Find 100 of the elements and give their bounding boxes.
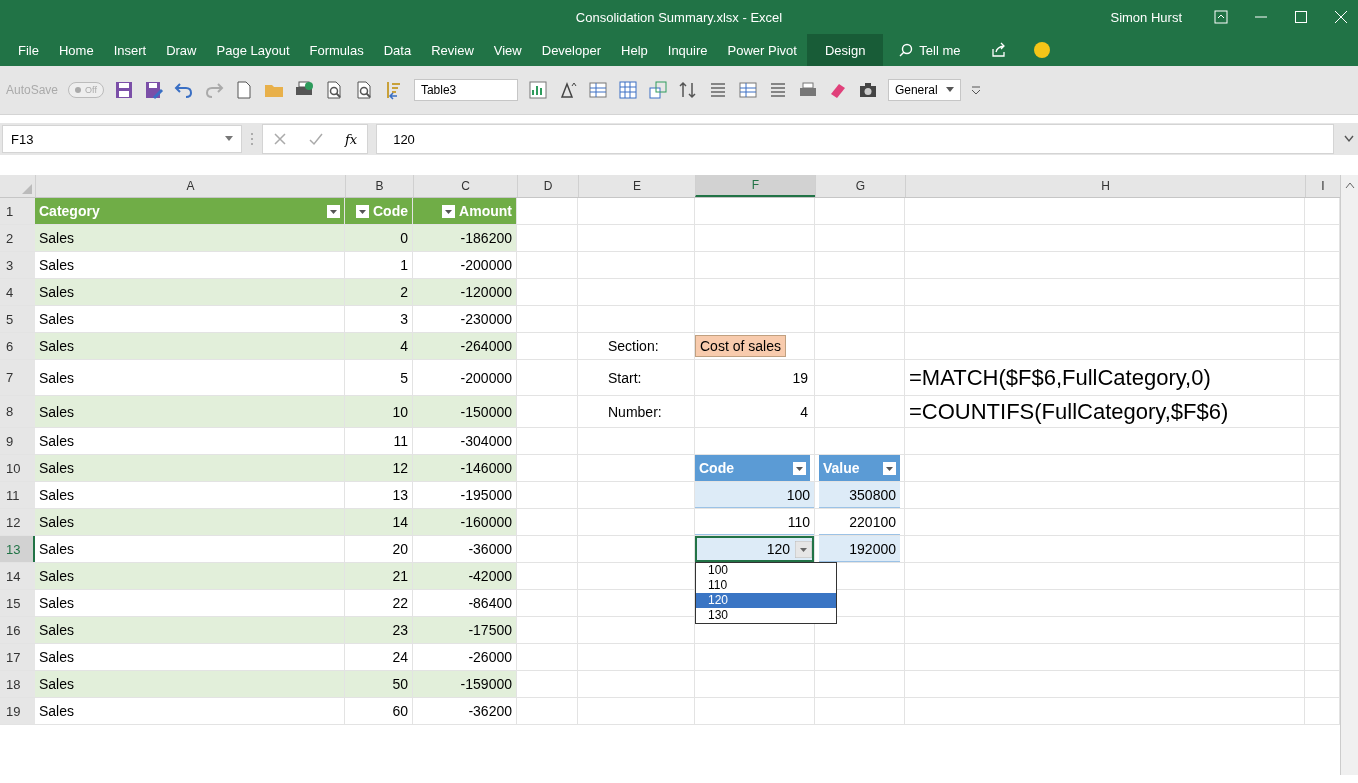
table-icon[interactable]: [587, 80, 608, 100]
chart-icon[interactable]: [527, 80, 548, 100]
row-header[interactable]: 18: [0, 671, 35, 697]
ribbon-tab[interactable]: Data: [373, 34, 422, 66]
cancel-icon[interactable]: [273, 132, 287, 146]
table-cell: Sales: [35, 563, 345, 589]
table-cell: 2: [345, 279, 413, 305]
table-header-cell: Code: [345, 198, 413, 224]
row-header[interactable]: 17: [0, 644, 35, 670]
row-header[interactable]: 3: [0, 252, 35, 278]
insert-function-button[interactable]: fx: [345, 131, 358, 147]
dropdown-button[interactable]: [795, 541, 812, 558]
row-header[interactable]: 7: [0, 360, 35, 395]
row-header[interactable]: 15: [0, 590, 35, 616]
row-header[interactable]: 13: [0, 536, 35, 562]
feedback-icon[interactable]: [1032, 41, 1051, 59]
filter-button[interactable]: [327, 204, 340, 218]
ribbon-tab[interactable]: Developer: [531, 34, 611, 66]
row-header[interactable]: 4: [0, 279, 35, 305]
table-cell: 1: [345, 252, 413, 278]
table-cell: Sales: [35, 333, 345, 359]
ribbon-tab[interactable]: Design: [806, 34, 884, 66]
row-header[interactable]: 8: [0, 396, 35, 427]
formula-text: =COUNTIFS(FullCategory,$F$6): [909, 398, 1229, 425]
table-cell: Sales: [35, 396, 345, 427]
row-header[interactable]: 6: [0, 333, 35, 359]
table-cell: -86400: [413, 590, 517, 616]
filter-button[interactable]: [793, 461, 806, 475]
close-icon[interactable]: [1334, 10, 1348, 24]
ribbon-tab[interactable]: File: [8, 34, 49, 66]
share-icon[interactable]: [990, 42, 1007, 58]
number-format-dropdown[interactable]: General: [887, 79, 961, 101]
table-cell: 13: [345, 482, 413, 508]
row-header[interactable]: 19: [0, 698, 35, 724]
name-box[interactable]: F13: [2, 125, 242, 153]
column-header[interactable]: F: [695, 175, 815, 197]
undo-icon[interactable]: [173, 80, 194, 100]
sort-icon[interactable]: [677, 80, 698, 100]
table-header-cell: Category: [35, 198, 345, 224]
row-header[interactable]: 14: [0, 563, 35, 589]
ribbon-tab[interactable]: View: [483, 34, 532, 66]
dropdown-option[interactable]: 100: [696, 563, 836, 578]
dropdown-option[interactable]: 110: [696, 578, 836, 593]
column-header[interactable]: A: [35, 175, 345, 197]
table-cell: 120: [695, 536, 814, 562]
column-header[interactable]: B: [345, 175, 413, 197]
column-header[interactable]: D: [517, 175, 578, 197]
table-cell: Sales: [35, 509, 345, 535]
expand-icon[interactable]: [1344, 135, 1354, 143]
ribbon-tab[interactable]: Power Pivot: [717, 34, 807, 66]
row-header[interactable]: 1: [0, 198, 35, 224]
check-icon[interactable]: [309, 132, 323, 146]
tell-me-search[interactable]: Tell me: [893, 34, 967, 66]
filter-button[interactable]: [883, 461, 896, 475]
splitter-handle[interactable]: [250, 132, 254, 146]
ribbon-display-icon[interactable]: [1214, 10, 1228, 24]
table-cell: Sales: [35, 455, 345, 481]
row-header[interactable]: 12: [0, 509, 35, 535]
table-cell: 14: [345, 509, 413, 535]
table-cell: -160000: [413, 509, 517, 535]
table-cell: Sales: [35, 306, 345, 332]
filter-button[interactable]: [356, 204, 369, 218]
grid-icon[interactable]: [617, 80, 638, 100]
ribbon-tab[interactable]: Insert: [103, 34, 157, 66]
maximize-icon[interactable]: [1294, 10, 1308, 24]
row-header[interactable]: 11: [0, 482, 35, 508]
column-header[interactable]: C: [413, 175, 517, 197]
section-input[interactable]: Cost of sales: [695, 335, 786, 357]
table-name-field[interactable]: Table3: [413, 79, 518, 101]
filter-button[interactable]: [442, 204, 456, 218]
ribbon-tab[interactable]: Formulas: [299, 34, 374, 66]
table-cell: Sales: [35, 671, 345, 697]
customize-icon[interactable]: [970, 85, 981, 95]
ribbon-tab[interactable]: Help: [611, 34, 658, 66]
ribbon-tab[interactable]: Page Layout: [206, 34, 300, 66]
row-header[interactable]: 16: [0, 617, 35, 643]
scroll-up-icon[interactable]: [1344, 181, 1355, 189]
save-as-icon[interactable]: [143, 80, 164, 100]
ribbon-tab[interactable]: Draw: [156, 34, 207, 66]
row-header[interactable]: 9: [0, 428, 35, 454]
column-header[interactable]: H: [905, 175, 1305, 197]
row-header[interactable]: 5: [0, 306, 35, 332]
column-header[interactable]: G: [815, 175, 905, 197]
table-cell: 3: [345, 306, 413, 332]
dropdown-option[interactable]: 130: [696, 608, 836, 623]
table-cell: -159000: [413, 671, 517, 697]
row-header[interactable]: 10: [0, 455, 35, 481]
ribbon-tab[interactable]: Home: [48, 34, 104, 66]
table-cell: 50: [345, 671, 413, 697]
parameter-label: Start:: [608, 369, 642, 386]
table-icon[interactable]: [737, 80, 758, 100]
dropdown-option[interactable]: 120: [696, 593, 836, 608]
save-icon[interactable]: [113, 80, 134, 100]
row-header[interactable]: 2: [0, 225, 35, 251]
table-cell: 10: [345, 396, 413, 427]
formula-field[interactable]: 120: [376, 124, 1334, 154]
ribbon-tab[interactable]: Review: [421, 34, 484, 66]
table-cell: 24: [345, 644, 413, 670]
camera-icon[interactable]: [857, 80, 878, 100]
ribbon-tab[interactable]: Inquire: [657, 34, 718, 66]
